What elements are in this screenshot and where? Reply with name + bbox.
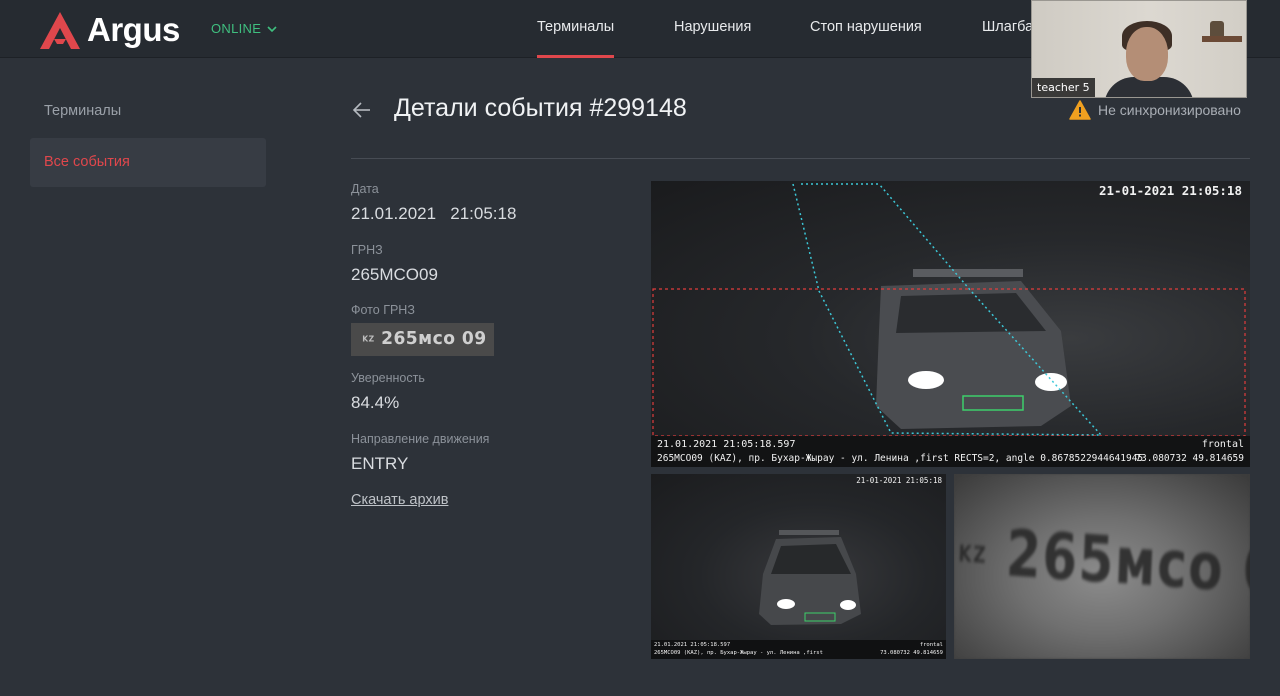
car-headlight-right [840, 600, 856, 610]
camera-footer-coords: 73.080732 49.814659 [880, 650, 943, 656]
status-label: ONLINE [211, 21, 262, 36]
plate-photo-number: 265мсо 09 [381, 328, 487, 349]
brand-logo[interactable]: Argus [40, 11, 180, 49]
camera-footer-time: 21.01.2021 21:05:18.597 [657, 439, 796, 450]
direction-value: ENTRY [351, 454, 409, 473]
camera-timestamp: 21-01-2021 21:05:18 [856, 476, 942, 485]
plate-crop-image[interactable]: KZ 265мсо 09 [954, 474, 1250, 659]
camera-overlay-graphics [759, 530, 861, 625]
confidence-value: 84.4% [351, 393, 400, 412]
plate-value: 265MCO09 [351, 265, 438, 284]
chevron-down-icon [267, 25, 277, 32]
plate-photo-prefix: KZ [362, 334, 375, 344]
plate-photo-label: Фото ГРНЗ [351, 303, 415, 317]
plant-decoration [1210, 21, 1224, 37]
plate-crop-prefix: KZ [957, 541, 988, 569]
nav-tab-label: Шлагба [982, 19, 1034, 35]
sync-status-text: Не синхронизировано [1098, 102, 1241, 118]
nav-tab-stop-violations[interactable]: Стоп нарушения [810, 0, 922, 58]
plate-photo-thumbnail[interactable]: KZ 265мсо 09 [351, 323, 494, 356]
nav-tab-label: Стоп нарушения [810, 19, 922, 35]
download-archive-link[interactable]: Скачать архив [351, 492, 448, 508]
car-roof-rack [913, 269, 1023, 277]
plate-photo-text: KZ 265мсо 09 [362, 328, 486, 349]
arrow-left-icon[interactable] [352, 100, 372, 120]
participant-name-tag: teacher 5 [1032, 78, 1095, 97]
confidence-label: Уверенность [351, 371, 425, 385]
camera-timestamp: 21-01-2021 21:05:18 [1099, 183, 1242, 198]
nav-tab-violations[interactable]: Нарушения [674, 0, 751, 58]
camera-footer-info: 265MCO09 (KAZ), пр. Бухар-Жырау - ул. Ле… [657, 453, 1144, 464]
car-headlight-right [1035, 373, 1067, 391]
brand-name: Argus [87, 11, 180, 48]
car-roof-rack [779, 530, 839, 535]
camera-footer-info: 265MCO09 (KAZ), пр. Бухар-Жырау - ул. Ле… [654, 650, 823, 656]
status-dropdown[interactable]: ONLINE [211, 21, 277, 36]
sync-status: Не синхронизировано [1069, 100, 1241, 120]
shelf-decoration [1202, 36, 1242, 42]
sidebar-section-title[interactable]: Терминалы [44, 103, 121, 119]
argus-logo-icon [40, 11, 80, 49]
nav-tab-label: Терминалы [537, 19, 615, 35]
sidebar-item-all-events[interactable]: Все события [30, 138, 266, 187]
webcam-overlay[interactable]: teacher 5 [1031, 0, 1247, 98]
camera-overlay-graphics [652, 183, 1246, 437]
camera-footer-mode: frontal [919, 642, 943, 648]
page-title: Детали события #299148 [394, 94, 687, 122]
direction-label: Направление движения [351, 432, 490, 446]
camera-footer-time: 21.01.2021 21:05:18.597 [654, 642, 731, 648]
camera-footer-mode: frontal [1201, 439, 1244, 450]
car-headlight-left [908, 371, 944, 389]
nav-tab-barriers[interactable]: Шлагба [982, 0, 1033, 58]
car-headlight-left [777, 599, 795, 609]
nav-tab-terminals[interactable]: Терминалы [537, 0, 615, 58]
sidebar-item-label: Все события [44, 154, 130, 170]
date-label: Дата [351, 182, 379, 196]
camera-secondary-image[interactable]: 21-01-2021 21:05:18 21.01.2021 21:05:18.… [651, 474, 946, 659]
warning-icon [1069, 100, 1091, 120]
plate-label: ГРНЗ [351, 243, 383, 257]
camera-footer-coords: 73.080732 49.814659 [1135, 453, 1244, 464]
camera-main-image[interactable]: 21-01-2021 21:05:18 21.01.2021 21:05:18.… [651, 181, 1250, 467]
header-divider [351, 158, 1250, 159]
nav-tab-label: Нарушения [674, 19, 752, 35]
date-value: 21.01.2021 21:05:18 [351, 204, 517, 223]
participant-face [1126, 27, 1168, 81]
